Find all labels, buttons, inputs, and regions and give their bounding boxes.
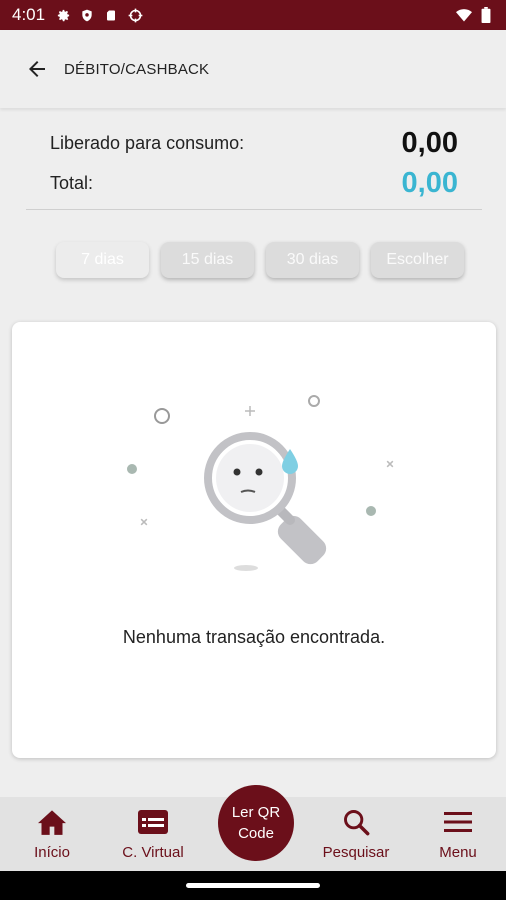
- balance-summary: Liberado para consumo: 0,00 Total: 0,00: [26, 120, 482, 200]
- back-button[interactable]: [22, 54, 52, 84]
- status-icons-right: [456, 7, 494, 23]
- card-icon: [137, 806, 169, 838]
- liberado-row: Liberado para consumo: 0,00: [26, 120, 482, 166]
- nav-menu-label: Menu: [439, 844, 477, 861]
- filter-30-dias[interactable]: 30 dias: [266, 242, 359, 278]
- status-bar: 4:01: [0, 0, 506, 30]
- transactions-card: Nenhuma transação encontrada.: [12, 322, 496, 758]
- read-qr-code-button[interactable]: Ler QR Code: [218, 785, 294, 861]
- status-time: 4:01: [12, 5, 46, 24]
- divider: [26, 209, 482, 210]
- total-value: 0,00: [401, 166, 458, 199]
- menu-icon: [442, 806, 474, 838]
- qr-button-label-line2: Code: [238, 825, 274, 842]
- gear-icon: [55, 7, 71, 23]
- crosshair-icon: [127, 7, 143, 23]
- nav-inicio-label: Início: [34, 844, 70, 861]
- filter-7-dias[interactable]: 7 dias: [56, 242, 149, 278]
- home-icon: [36, 806, 68, 838]
- magnifier-sad-icon: [127, 395, 394, 571]
- total-label: Total:: [50, 172, 94, 193]
- page-title: DÉBITO/CASHBACK: [64, 60, 210, 78]
- empty-message: Nenhuma transação encontrada.: [122, 627, 386, 647]
- battery-icon: [478, 7, 494, 23]
- filter-escolher[interactable]: Escolher: [371, 242, 464, 278]
- qr-button-label-line1: Ler QR: [231, 804, 281, 821]
- home-gesture-pill[interactable]: [186, 883, 320, 888]
- total-row: Total: 0,00: [26, 166, 482, 200]
- search-icon: [340, 806, 372, 838]
- status-icons-left: [55, 7, 143, 23]
- wifi-icon: [456, 7, 472, 23]
- nav-pesquisar-label: Pesquisar: [322, 844, 390, 861]
- liberado-label: Liberado para consumo:: [50, 132, 245, 153]
- sd-card-icon: [103, 7, 119, 23]
- nav-pesquisar[interactable]: Pesquisar: [316, 797, 396, 871]
- liberado-value: 0,00: [401, 126, 458, 159]
- nav-c-virtual-label: C. Virtual: [122, 844, 184, 861]
- arrow-left-icon: [29, 61, 45, 77]
- app-bar: DÉBITO/CASHBACK: [0, 30, 506, 108]
- shield-icon: [79, 7, 95, 23]
- nav-c-virtual[interactable]: C. Virtual: [112, 797, 194, 871]
- nav-menu[interactable]: Menu: [430, 797, 486, 871]
- nav-inicio[interactable]: Início: [22, 797, 82, 871]
- period-filters: 7 dias 15 dias 30 dias Escolher: [56, 242, 464, 278]
- filter-15-dias[interactable]: 15 dias: [161, 242, 254, 278]
